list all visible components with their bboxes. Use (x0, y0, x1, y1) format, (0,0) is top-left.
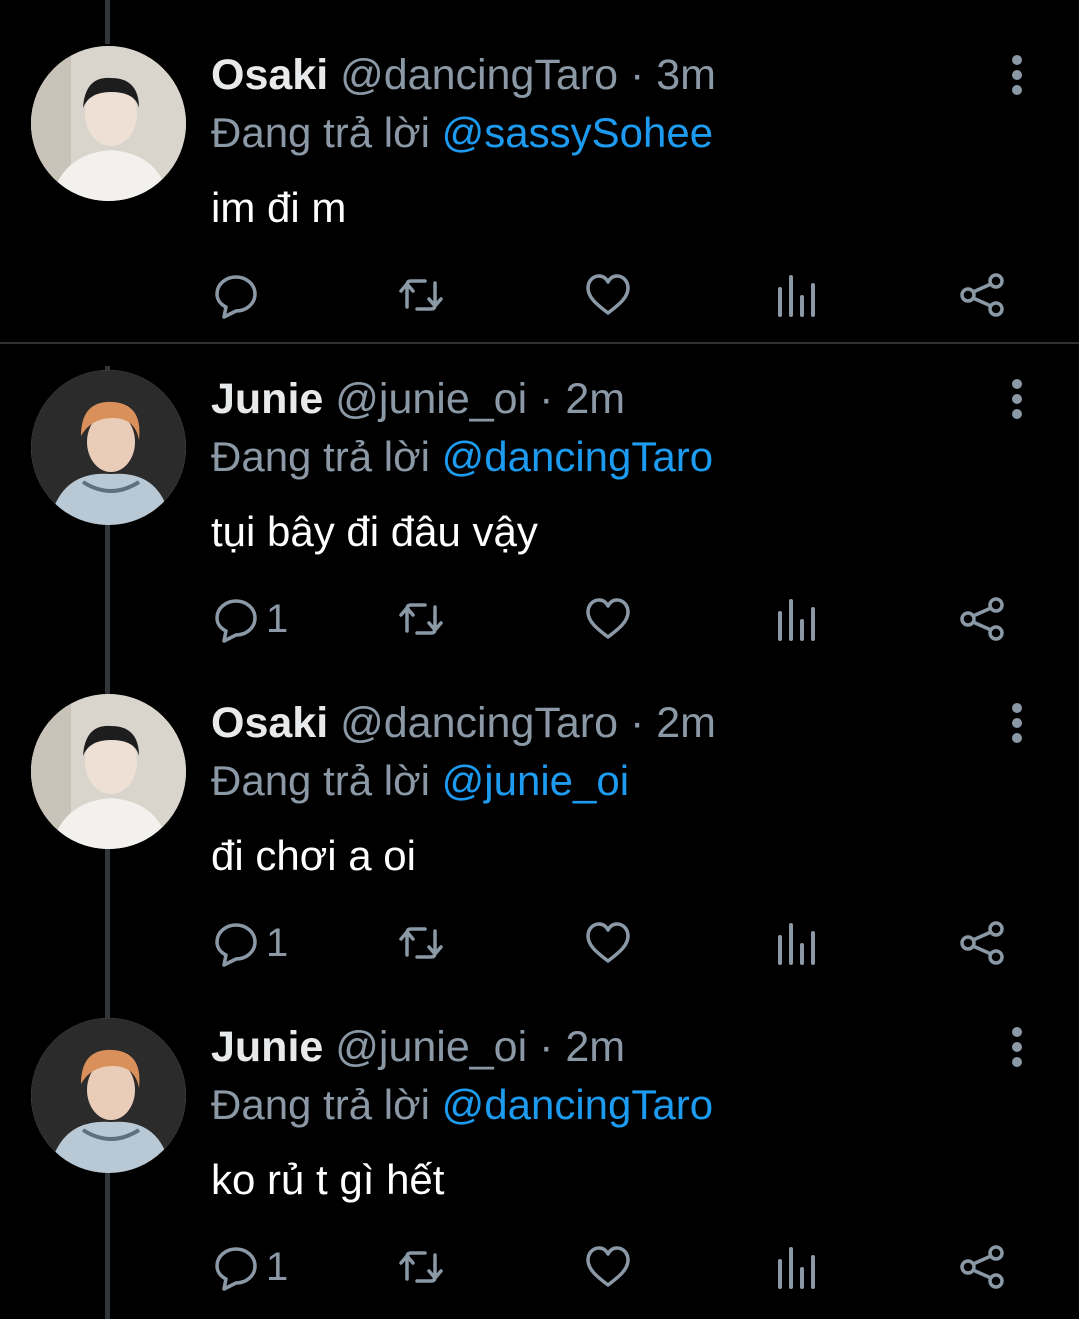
reply-icon (215, 275, 257, 319)
views-button[interactable] (772, 265, 820, 325)
share-button[interactable] (958, 913, 1006, 973)
mention-link[interactable]: @junie_oi (442, 757, 629, 804)
timestamp[interactable]: 2m (565, 1023, 625, 1071)
meta-separator: · (539, 375, 554, 423)
reply-icon (215, 599, 257, 643)
display-name[interactable]: Junie (211, 1023, 323, 1071)
retweet-button[interactable] (397, 589, 445, 649)
retweet-button[interactable] (397, 1237, 445, 1297)
views-button[interactable] (772, 1237, 820, 1297)
display-name[interactable]: Junie (211, 375, 323, 423)
replying-to: Đang trả lời @dancingTaro (211, 1080, 713, 1130)
mention-link[interactable]: @dancingTaro (442, 433, 713, 480)
tweet[interactable]: Osaki @dancingTaro · 2m Đang trả lời @ju… (0, 648, 1079, 967)
share-icon (960, 273, 1004, 317)
share-icon (960, 597, 1004, 641)
tweet-text: im đi m (211, 184, 347, 231)
tweet-text: đi chơi a oi (211, 832, 416, 879)
display-name[interactable]: Osaki (211, 51, 328, 99)
replying-to-label: Đang trả lời (211, 109, 430, 156)
timestamp[interactable]: 2m (656, 699, 716, 747)
tweet-header: Osaki @dancingTaro · 2m (211, 698, 716, 748)
tweet-actions: 1 (0, 913, 1079, 973)
tweet-header: Junie @junie_oi · 2m (211, 374, 625, 424)
share-icon (960, 1245, 1004, 1289)
more-vertical-icon[interactable] (1000, 376, 1034, 422)
retweet-icon (399, 1251, 443, 1283)
more-vertical-icon[interactable] (1000, 700, 1034, 746)
meta-separator: · (629, 699, 645, 747)
avatar[interactable] (31, 370, 186, 525)
avatar[interactable] (31, 1018, 186, 1173)
handle[interactable]: @junie_oi (335, 1023, 527, 1071)
reply-icon (215, 1247, 257, 1291)
timestamp[interactable]: 3m (656, 51, 716, 99)
more-vertical-icon[interactable] (1000, 1024, 1034, 1070)
tweet-actions: 1 (0, 1237, 1079, 1297)
more-vertical-icon[interactable] (1000, 52, 1034, 98)
tweet[interactable]: Junie @junie_oi · 2m Đang trả lời @danci… (0, 324, 1079, 643)
heart-icon (586, 922, 630, 963)
heart-icon (586, 274, 630, 315)
retweet-icon (399, 927, 443, 959)
views-icon (778, 599, 815, 641)
tweet-header: Osaki @dancingTaro · 3m (211, 50, 716, 100)
mention-link[interactable]: @dancingTaro (442, 1081, 713, 1128)
reply-button[interactable]: 1 (212, 913, 288, 973)
like-button[interactable] (584, 589, 632, 649)
retweet-button[interactable] (397, 265, 445, 325)
reply-count: 1 (266, 1244, 289, 1289)
heart-icon (586, 598, 630, 639)
replying-to-label: Đang trả lời (211, 757, 430, 804)
views-icon (778, 923, 815, 965)
views-button[interactable] (772, 913, 820, 973)
retweet-icon (399, 603, 443, 635)
tweet-text: ko rủ t gì hết (211, 1156, 445, 1203)
views-icon (778, 275, 815, 317)
avatar[interactable] (31, 46, 186, 201)
retweet-button[interactable] (397, 913, 445, 973)
reply-button[interactable]: 1 (212, 1237, 288, 1297)
tweet-header: Junie @junie_oi · 2m (211, 1022, 625, 1072)
replying-to: Đang trả lời @sassySohee (211, 108, 713, 158)
retweet-icon (399, 279, 443, 311)
reply-count: 1 (266, 596, 289, 641)
tweet-actions (0, 265, 1079, 325)
handle[interactable]: @junie_oi (335, 375, 527, 423)
reply-icon (215, 923, 257, 967)
replying-to-label: Đang trả lời (211, 1081, 430, 1128)
tweet[interactable]: Osaki @dancingTaro · 3m Đang trả lời @sa… (0, 0, 1079, 319)
meta-separator: · (629, 51, 645, 99)
tweet-actions: 1 (0, 589, 1079, 649)
tweet[interactable]: Junie @junie_oi · 2m Đang trả lời @danci… (0, 972, 1079, 1291)
views-icon (778, 1247, 815, 1289)
share-button[interactable] (958, 589, 1006, 649)
mention-link[interactable]: @sassySohee (442, 109, 713, 156)
handle[interactable]: @dancingTaro (340, 51, 618, 99)
reply-button[interactable] (212, 265, 266, 325)
handle[interactable]: @dancingTaro (340, 699, 618, 747)
like-button[interactable] (584, 265, 632, 325)
tweet-text: tụi bây đi đâu vậy (211, 508, 538, 555)
timestamp[interactable]: 2m (565, 375, 625, 423)
like-button[interactable] (584, 1237, 632, 1297)
share-button[interactable] (958, 1237, 1006, 1297)
display-name[interactable]: Osaki (211, 699, 328, 747)
replying-to: Đang trả lời @junie_oi (211, 756, 629, 806)
reply-button[interactable]: 1 (212, 589, 288, 649)
share-icon (960, 921, 1004, 965)
heart-icon (586, 1246, 630, 1287)
replying-to: Đang trả lời @dancingTaro (211, 432, 713, 482)
reply-count: 1 (266, 920, 289, 965)
avatar[interactable] (31, 694, 186, 849)
meta-separator: · (539, 1023, 554, 1071)
share-button[interactable] (958, 265, 1006, 325)
replying-to-label: Đang trả lời (211, 433, 430, 480)
views-button[interactable] (772, 589, 820, 649)
like-button[interactable] (584, 913, 632, 973)
